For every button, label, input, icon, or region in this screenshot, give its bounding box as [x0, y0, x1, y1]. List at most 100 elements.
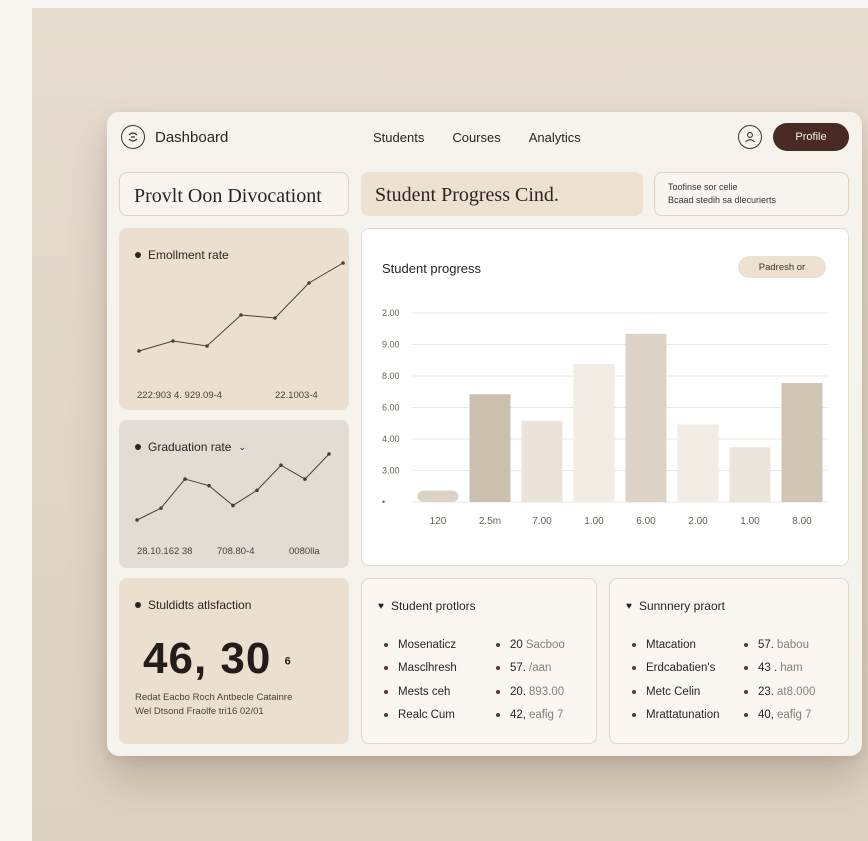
- enrollment-point: [273, 316, 277, 320]
- protections-value: 42, eafig 7: [496, 709, 564, 721]
- chart-bar[interactable]: [469, 394, 511, 502]
- info-line-1: Toofinse sor celie: [668, 182, 738, 192]
- protections-row[interactable]: Mosenaticz 20 Sacboo: [384, 633, 565, 657]
- protections-value: 20. 893.00: [496, 686, 564, 698]
- summary-row[interactable]: Erdcabatien's 43 . ham: [632, 657, 815, 681]
- overview-banner: Provlt Oon Divocationt: [119, 172, 349, 216]
- x-tick-label: 8.00: [792, 516, 812, 527]
- bullet-icon: [744, 642, 748, 647]
- protections-value: 57./aan: [496, 662, 551, 674]
- graduation-footer-left: 28.10.162 38: [137, 546, 193, 557]
- progress-banner[interactable]: Student Progress Cind.: [361, 172, 643, 216]
- chart-bar[interactable]: [573, 364, 615, 502]
- student-protlors-card: ♥ Student protlors Mosenaticz 20 Sacboo Mas…: [361, 578, 597, 744]
- enrollment-footer-right: 22.1003-4: [275, 390, 318, 401]
- x-tick-label: 120: [430, 516, 447, 527]
- student-progress-chart-card: 2.00 9.00 8.00 6.00 4.00 3.00 • 120 2.5m 7.00 1.00…: [361, 228, 849, 566]
- nav-analytics[interactable]: Analytics: [529, 130, 581, 145]
- enrollment-card[interactable]: Emollment rate 222:903 4. 929.09-4 22.10…: [119, 228, 349, 410]
- summary-header: ♥ Sunnnery praort: [626, 599, 725, 613]
- protections-row[interactable]: Masclhresh 57./aan: [384, 657, 565, 681]
- bullet-icon: [632, 642, 636, 647]
- chart-bar[interactable]: [417, 490, 459, 502]
- bullet-icon: [632, 713, 636, 718]
- protections-name: Mests ceh: [384, 686, 496, 698]
- satisfaction-value-suffix: 6: [284, 655, 292, 668]
- bullet-icon: [496, 642, 500, 647]
- app-title: Dashboard: [155, 128, 229, 146]
- graduation-card[interactable]: Graduation rate ⌄ 28.10.162 38 708.80-4 …: [119, 420, 349, 568]
- summary-row[interactable]: Mrattatunation 40, eafig 7: [632, 704, 815, 728]
- summary-name: Metc Celin: [632, 686, 744, 698]
- bullet-icon: [496, 666, 500, 671]
- enrollment-point: [341, 261, 345, 265]
- protections-name: Realc Cum: [384, 709, 496, 721]
- summary-row[interactable]: Mtacation 57. babou: [632, 633, 815, 657]
- chart-bar[interactable]: [781, 382, 823, 502]
- graduation-point: [303, 477, 307, 481]
- summary-row[interactable]: Metc Celin 23. at8.000: [632, 680, 815, 704]
- user-avatar-icon[interactable]: [738, 125, 762, 149]
- summary-name: Mtacation: [632, 639, 744, 651]
- enrollment-line: [138, 262, 344, 352]
- bullet-icon: [496, 689, 500, 694]
- satisfaction-value-text: 46, 30: [143, 634, 272, 683]
- graduation-point: [207, 483, 211, 488]
- y-tick-label: 2.00: [382, 308, 400, 318]
- graduation-point: [183, 477, 187, 481]
- heart-icon: ♥: [626, 600, 632, 612]
- summary-name: Mrattatunation: [632, 709, 744, 721]
- bullet-icon: [384, 666, 388, 671]
- satisfaction-card[interactable]: Stuldidts atlsfaction 46, 30 6 Redat Eac…: [119, 578, 349, 744]
- enrollment-sparkline: [137, 261, 345, 353]
- protections-row[interactable]: Mests ceh 20. 893.00: [384, 680, 565, 704]
- graduation-point: [135, 518, 139, 522]
- y-tick-label: •: [382, 497, 385, 507]
- student-progress-chart: 2.00 9.00 8.00 6.00 4.00 3.00 • 120 2.5m 7.00 1.00…: [382, 308, 828, 527]
- protections-name: Masclhresh: [384, 662, 496, 674]
- satisfaction-desc-1: Redat Eacbo Roch Antbecle Catainre: [135, 692, 293, 703]
- graduation-point: [159, 506, 163, 510]
- info-banner: Toofinse sor celie Bcaad stedih sa dlecu…: [654, 172, 849, 216]
- info-line-2: Bcaad stedih sa dlecurierts: [668, 195, 777, 205]
- enrollment-point: [137, 349, 141, 353]
- x-tick-label: 2.5m: [479, 516, 501, 527]
- bullet-icon: [384, 713, 388, 718]
- main-nav: Students Courses Analytics: [373, 130, 581, 145]
- x-tick-label: 1.00: [584, 516, 604, 527]
- nav-students[interactable]: Students: [373, 130, 424, 145]
- overview-title: Provlt Oon Divocationt: [134, 185, 322, 207]
- y-tick-label: 3.00: [382, 466, 400, 476]
- bullet-icon: [496, 713, 500, 718]
- dashboard-window: Dashboard Students Courses Analytics Pro…: [107, 112, 862, 756]
- brand[interactable]: Dashboard: [121, 125, 228, 149]
- top-bar: Dashboard Students Courses Analytics Pro…: [107, 112, 862, 162]
- y-tick-label: 9.00: [382, 340, 400, 350]
- nav-courses[interactable]: Courses: [452, 130, 500, 145]
- heart-icon: ♥: [378, 600, 384, 612]
- chart-bar[interactable]: [677, 424, 719, 502]
- summary-value: 57. babou: [744, 639, 809, 651]
- graduation-line: [136, 453, 330, 521]
- protlors-title: Student protlors: [390, 599, 476, 613]
- profile-button[interactable]: Profile: [773, 123, 849, 151]
- summary-report-card: ♥ Sunnnery praort Mtacation 57. babou Erdca…: [609, 578, 849, 744]
- protections-row[interactable]: Realc Cum 42, eafig 7: [384, 704, 565, 728]
- satisfaction-header: Stuldidts atlsfaction: [135, 598, 251, 612]
- protections-value: 20 Sacboo: [496, 639, 565, 651]
- chart-bar[interactable]: [625, 333, 667, 502]
- summary-value: 43 . ham: [744, 662, 803, 674]
- chart-bar[interactable]: [729, 447, 771, 502]
- summary-name: Erdcabatien's: [632, 662, 744, 674]
- graduation-footer-right: 0080lla: [289, 546, 320, 557]
- y-tick-label: 6.00: [382, 403, 400, 413]
- graduation-footer-mid: 708.80-4: [217, 546, 255, 557]
- enrollment-point: [205, 344, 209, 348]
- bullet-icon: [384, 689, 388, 694]
- protections-name: Mosenaticz: [384, 639, 496, 651]
- bullet-icon: [744, 713, 748, 718]
- graduation-point: [231, 503, 235, 508]
- chart-bar[interactable]: [521, 420, 563, 502]
- refresh-button[interactable]: Padresh or: [738, 256, 826, 278]
- satisfaction-title: Stuldidts atlsfaction: [148, 598, 252, 612]
